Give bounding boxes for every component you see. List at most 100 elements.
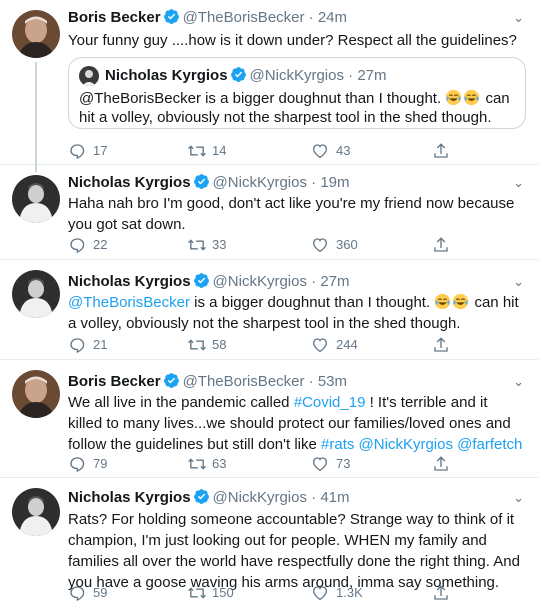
share-icon (434, 585, 448, 600)
tweet-actions: 21 58 244 (68, 335, 468, 355)
tweet-text: Your funny guy ....how is it down under?… (68, 32, 517, 49)
tweet-actions: 17 14 43 (68, 141, 468, 161)
chevron-down-icon[interactable]: ⌄ (513, 372, 524, 392)
quoted-text: @TheBorisBecker is a bigger doughnut tha… (79, 89, 515, 127)
tweet-actions: 79 63 73 (68, 454, 468, 474)
retweet-icon (188, 458, 206, 470)
display-name[interactable]: Nicholas Kyrgios (68, 489, 191, 506)
share-icon (434, 143, 448, 158)
reply-count: 21 (93, 337, 108, 352)
tweet-header: Nicholas Kyrgios @NickKyrgios · 19m ⌄ (68, 173, 524, 193)
share-icon (434, 456, 448, 471)
user-handle[interactable]: @NickKyrgios (213, 489, 307, 506)
user-handle[interactable]: @TheBorisBecker (183, 9, 305, 26)
mention-link[interactable]: @farfetch (457, 436, 522, 453)
chevron-down-icon[interactable]: ⌄ (513, 488, 524, 508)
reply-count: 22 (93, 237, 108, 252)
display-name[interactable]: Nicholas Kyrgios (68, 174, 191, 191)
heart-icon (312, 144, 328, 159)
tweet-text: Haha nah bro I'm good, don't act like yo… (68, 195, 515, 233)
face-with-tears-of-joy-emoji (464, 89, 480, 106)
tweet[interactable]: Nicholas Kyrgios @NickKyrgios · 19m ⌄ Hah… (0, 165, 538, 260)
tweet-actions: 59 150 1.3K (68, 583, 468, 603)
retweet-count: 14 (212, 143, 227, 158)
verified-badge-icon (163, 9, 179, 24)
tweet[interactable]: Boris Becker @TheBorisBecker · 53m ⌄ We a… (0, 360, 538, 478)
chevron-down-icon[interactable]: ⌄ (513, 173, 524, 193)
face-with-tears-of-joy-emoji (435, 293, 451, 310)
retweet-icon (188, 145, 206, 157)
quoted-avatar (79, 66, 99, 86)
face-with-tears-of-joy-emoji (446, 89, 462, 106)
reply-icon (70, 586, 85, 602)
reply-count: 79 (93, 456, 108, 471)
quoted-text-part: @TheBorisBecker is a bigger doughnut tha… (79, 90, 442, 107)
tweet-header: Nicholas Kyrgios @NickKyrgios · 27m ⌄ (68, 272, 524, 292)
separator-dot: · (308, 373, 314, 390)
user-handle[interactable]: @NickKyrgios (213, 174, 307, 191)
share-icon (434, 237, 448, 252)
like-count: 360 (336, 237, 358, 252)
user-handle[interactable]: @NickKyrgios (213, 273, 307, 290)
timestamp[interactable]: 27m (320, 273, 349, 290)
display-name[interactable]: Boris Becker (68, 373, 161, 390)
user-handle[interactable]: @TheBorisBecker (183, 373, 305, 390)
quoted-header: Nicholas Kyrgios @NickKyrgios · 27m (105, 66, 387, 86)
retweet-count: 33 (212, 237, 227, 252)
reply-icon (70, 338, 85, 354)
display-name[interactable]: Boris Becker (68, 9, 161, 26)
tweet-text: We all live in the pandemic called #Covi… (68, 392, 524, 455)
like-count: 1.3K (336, 585, 363, 600)
reply-count: 59 (93, 585, 108, 600)
mention-link[interactable]: @TheBorisBecker (68, 294, 190, 311)
tweet-text: Rats? For holding someone accountable? S… (68, 511, 520, 591)
retweet-count: 58 (212, 337, 227, 352)
separator-dot: · (311, 174, 317, 191)
thread-connector (35, 62, 37, 172)
avatar-boris-becker[interactable] (12, 370, 60, 418)
heart-icon (312, 338, 328, 353)
tweet-header: Boris Becker @TheBorisBecker · 53m ⌄ (68, 372, 524, 392)
timestamp[interactable]: 41m (320, 489, 349, 506)
tweet[interactable]: Nicholas Kyrgios @NickKyrgios · 41m ⌄ Rat… (0, 478, 538, 603)
quoted-tweet[interactable]: Nicholas Kyrgios @NickKyrgios · 27m @TheB… (68, 57, 526, 129)
share-icon (434, 337, 448, 352)
tweet-header: Boris Becker @TheBorisBecker · 24m ⌄ (68, 8, 524, 28)
quoted-display-name: Nicholas Kyrgios (105, 67, 228, 84)
separator-dot: · (348, 67, 354, 84)
timestamp[interactable]: 19m (320, 174, 349, 191)
tweet[interactable]: Nicholas Kyrgios @NickKyrgios · 27m ⌄ @Th… (0, 260, 538, 360)
retweet-count: 63 (212, 456, 227, 471)
tweet-text-part: is a bigger doughnut than I thought. (194, 294, 431, 311)
avatar-nicholas-kyrgios[interactable] (12, 270, 60, 318)
hashtag-link[interactable]: #Covid_19 (294, 394, 366, 411)
quoted-timestamp: 27m (357, 67, 387, 84)
mention-link[interactable]: @NickKyrgios (359, 436, 453, 453)
like-count: 43 (336, 143, 351, 158)
retweet-count: 150 (212, 585, 234, 600)
hashtag-link[interactable]: #rats (321, 436, 354, 453)
heart-icon (312, 457, 328, 472)
tweet-text-part: We all live in the pandemic called (68, 394, 290, 411)
verified-badge-icon (193, 174, 209, 189)
avatar-boris-becker[interactable] (12, 10, 60, 58)
avatar-nicholas-kyrgios[interactable] (12, 488, 60, 536)
quoted-handle: @NickKyrgios (249, 67, 344, 84)
chevron-down-icon[interactable]: ⌄ (513, 272, 524, 292)
timestamp[interactable]: 53m (318, 373, 347, 390)
reply-icon (70, 457, 85, 473)
timestamp[interactable]: 24m (318, 9, 347, 26)
reply-icon (70, 144, 85, 160)
display-name[interactable]: Nicholas Kyrgios (68, 273, 191, 290)
verified-badge-icon (193, 273, 209, 288)
verified-badge-icon (193, 489, 209, 504)
retweet-icon (188, 587, 206, 599)
heart-icon (312, 586, 328, 601)
tweet[interactable]: Boris Becker @TheBorisBecker · 24m ⌄ Your… (0, 0, 538, 172)
chevron-down-icon[interactable]: ⌄ (513, 8, 524, 28)
verified-badge-icon (230, 67, 246, 82)
like-count: 244 (336, 337, 358, 352)
tweet-text: @TheBorisBecker is a bigger doughnut tha… (68, 292, 524, 334)
avatar-nicholas-kyrgios[interactable] (12, 175, 60, 223)
face-with-tears-of-joy-emoji (453, 293, 469, 310)
